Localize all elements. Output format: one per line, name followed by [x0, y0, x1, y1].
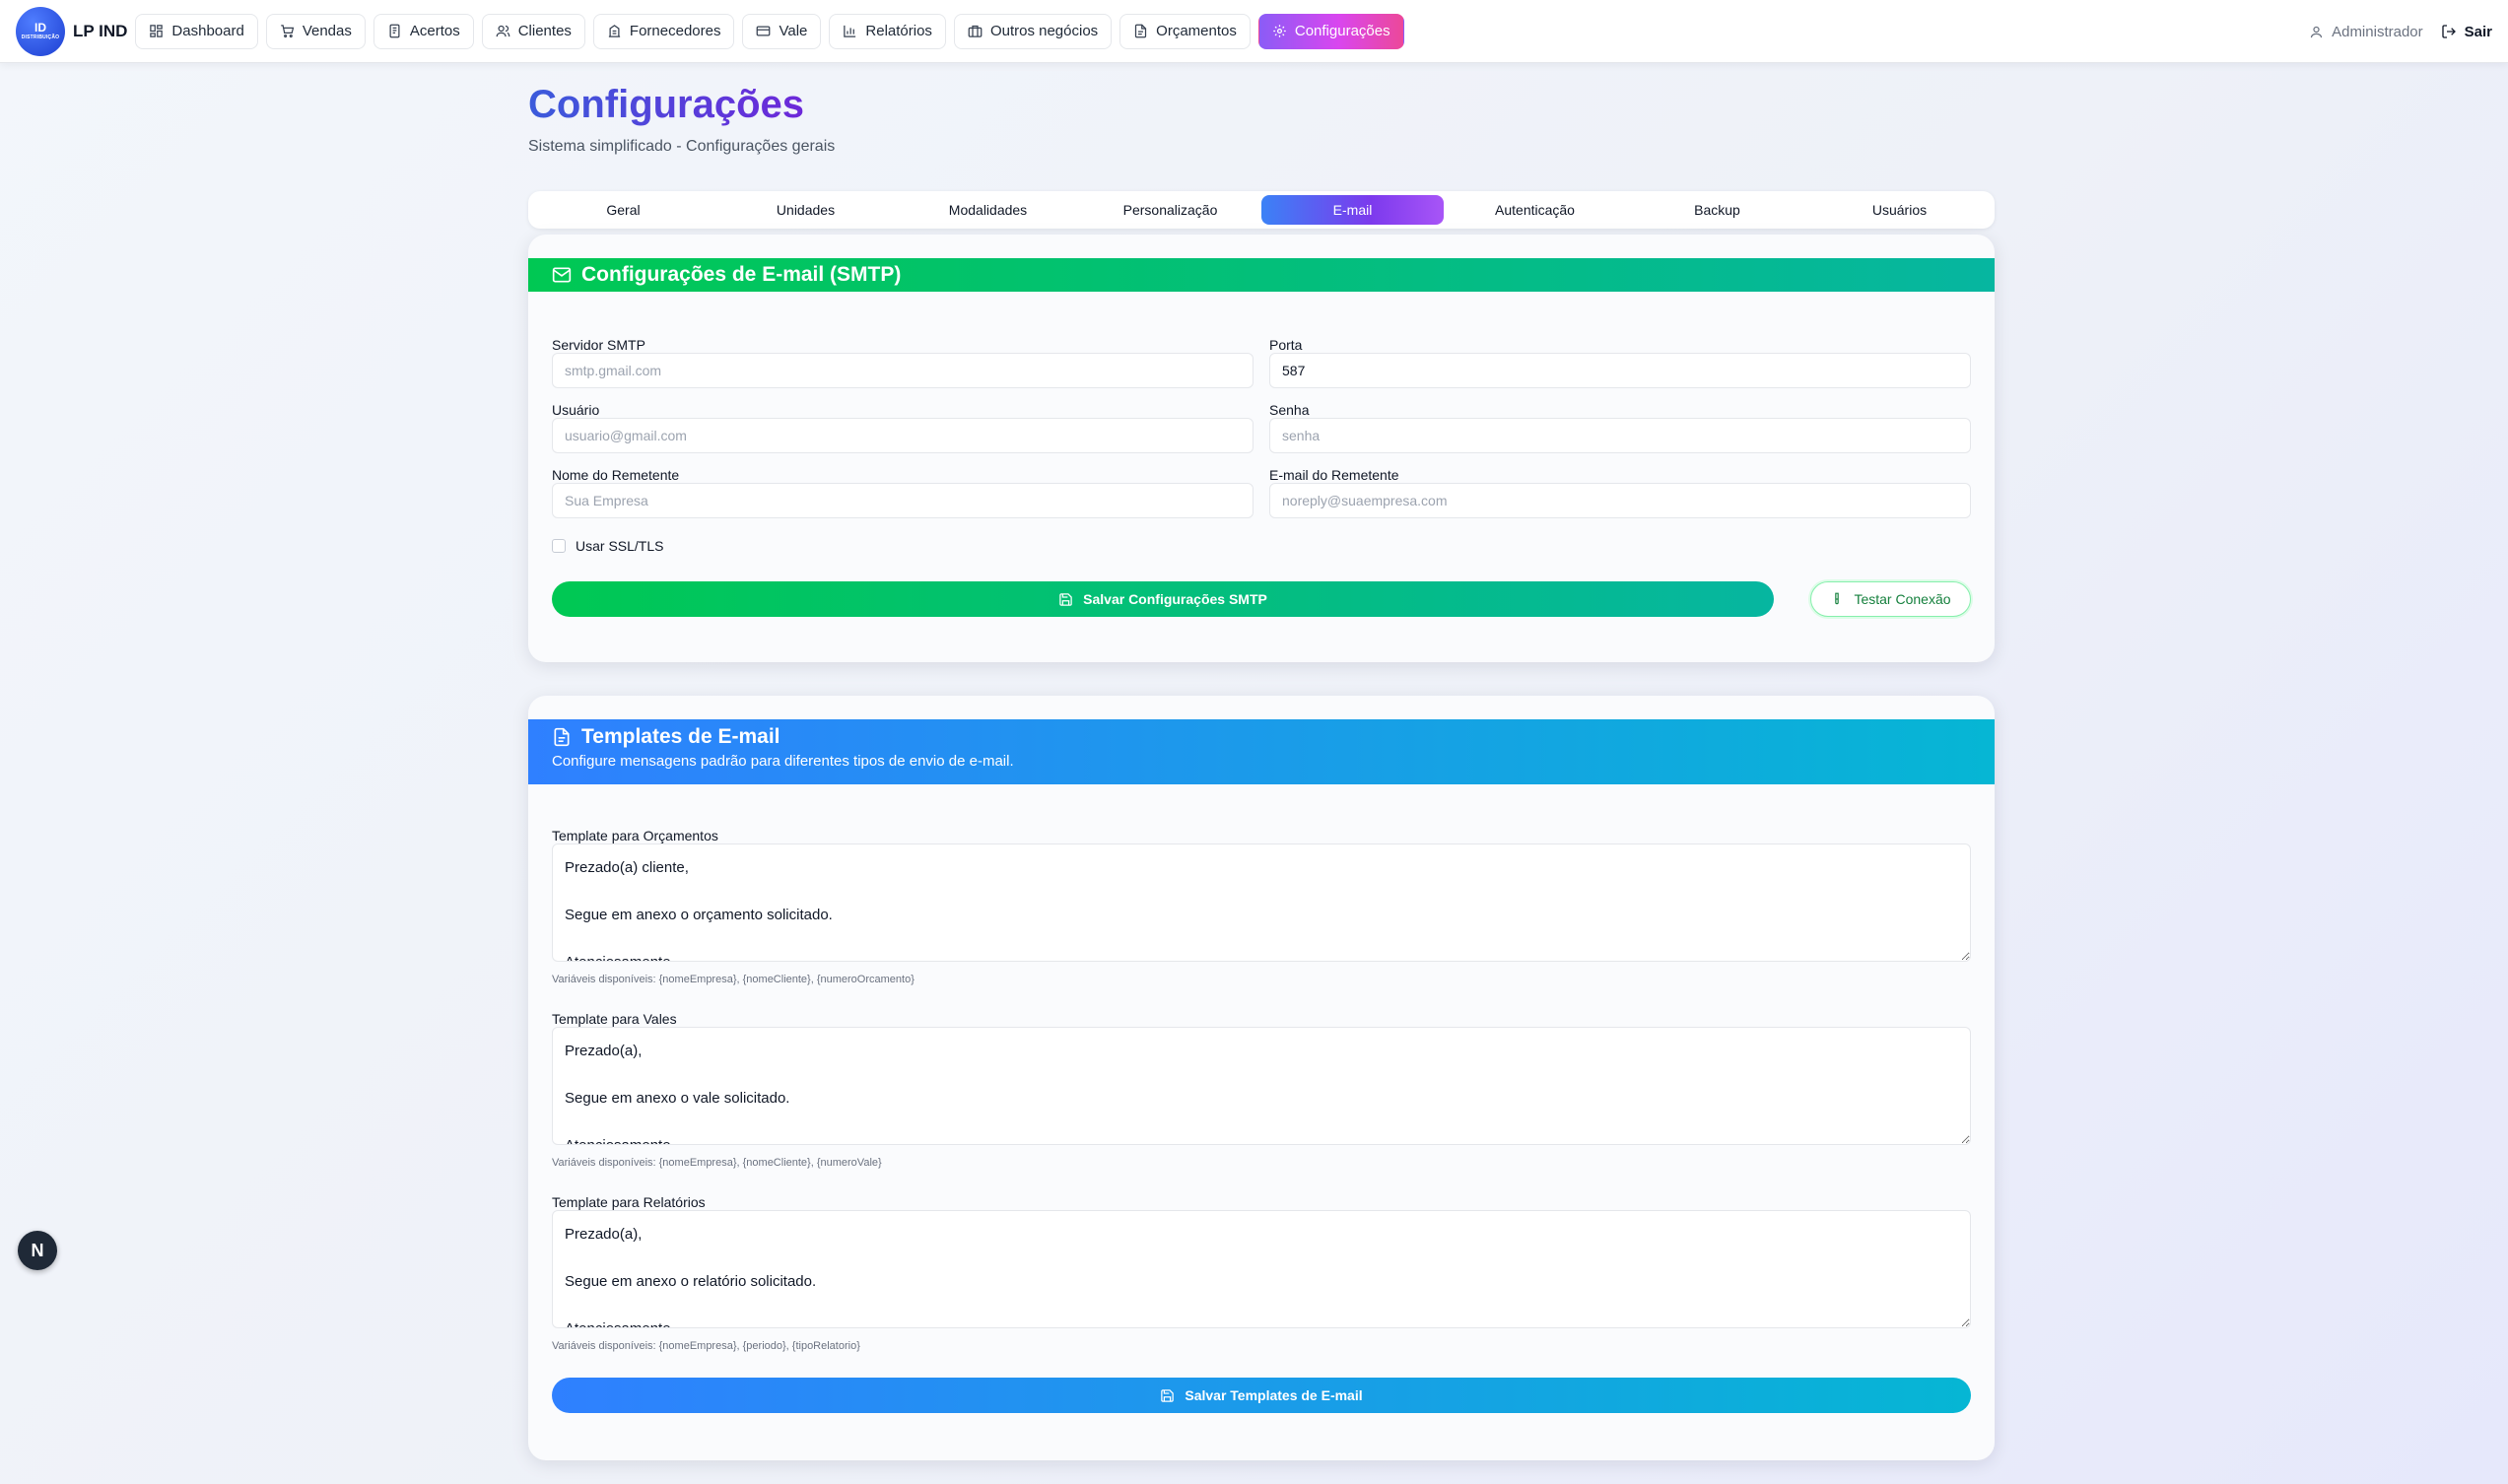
smtp-port-input[interactable]: [1269, 353, 1971, 388]
report-template-hint: Variáveis disponíveis: {nomeEmpresa}, {p…: [552, 1340, 860, 1352]
ssl-option: Usar SSL/TLS: [552, 538, 663, 554]
tab-geral[interactable]: Geral: [532, 195, 714, 225]
brand-name: LP IND: [73, 21, 128, 40]
smtp-server-label: Servidor SMTP: [552, 337, 645, 353]
sender-name-label: Nome do Remetente: [552, 467, 680, 483]
tab-modalidades[interactable]: Modalidades: [897, 195, 1079, 225]
user-indicator: Administrador: [2309, 24, 2423, 40]
tab-backup[interactable]: Backup: [1626, 195, 1808, 225]
grid-icon: [150, 25, 164, 37]
nav-label: Relatórios: [865, 23, 932, 39]
smtp-user-label: Usuário: [552, 402, 600, 418]
user-name: Administrador: [2332, 23, 2423, 40]
nav-label: Outros negócios: [989, 23, 1099, 39]
test-connection-label: Testar Conexão: [1854, 591, 1951, 607]
logout-button[interactable]: Sair: [2441, 24, 2492, 40]
nav-label: Vale: [779, 23, 808, 39]
tab-email[interactable]: E-mail: [1261, 195, 1444, 225]
mail-icon: [552, 267, 572, 283]
save-templates-label: Salvar Templates de E-mail: [1185, 1387, 1363, 1403]
smtp-card-title: Configurações de E-mail (SMTP): [581, 263, 902, 286]
sender-name-input[interactable]: [552, 483, 1254, 518]
test-tube-icon: [1835, 592, 1840, 605]
logout-icon: [2441, 25, 2456, 38]
quote-template-label: Template para Orçamentos: [552, 828, 718, 843]
briefcase-icon: [968, 25, 983, 37]
nav-acertos[interactable]: Acertos: [373, 13, 474, 49]
dev-tools-badge[interactable]: N: [18, 1231, 57, 1270]
page-title: Configurações: [528, 83, 805, 126]
smtp-user-input[interactable]: [552, 418, 1254, 453]
gear-icon: [1273, 25, 1286, 37]
nav-clientes[interactable]: Clientes: [481, 13, 585, 49]
nav-label: Vendas: [302, 23, 352, 39]
sender-email-label: E-mail do Remetente: [1269, 467, 1399, 483]
nav-outros-negocios[interactable]: Outros negócios: [953, 13, 1113, 49]
save-smtp-button[interactable]: Salvar Configurações SMTP: [552, 581, 1774, 617]
user-icon: [2310, 26, 2323, 37]
page-subtitle: Sistema simplificado - Configurações ger…: [528, 138, 836, 155]
nav-label: Fornecedores: [629, 23, 721, 39]
nav-dashboard[interactable]: Dashboard: [135, 13, 258, 49]
nav-items: Dashboard Vendas Acertos Clientes Fornec…: [135, 13, 1404, 49]
templates-title-row: Templates de E-mail: [552, 719, 1995, 749]
nav-vale[interactable]: Vale: [742, 13, 822, 49]
nav-label: Orçamentos: [1156, 23, 1237, 39]
users-icon: [496, 25, 510, 37]
smtp-card: Configurações de E-mail (SMTP) Servidor …: [528, 235, 1995, 662]
bar-chart-icon: [844, 25, 856, 37]
tab-usuarios[interactable]: Usuários: [1808, 195, 1991, 225]
save-icon: [1161, 1388, 1175, 1402]
voucher-template-hint: Variáveis disponíveis: {nomeEmpresa}, {n…: [552, 1157, 882, 1169]
nav-label: Dashboard: [171, 23, 244, 39]
building-icon: [608, 25, 621, 37]
logout-label: Sair: [2464, 23, 2492, 40]
file-text-icon: [554, 727, 570, 747]
smtp-password-input[interactable]: [1269, 418, 1971, 453]
ssl-label: Usar SSL/TLS: [576, 538, 664, 554]
quote-template-textarea[interactable]: Prezado(a) cliente, Segue em anexo o orç…: [552, 843, 1971, 962]
nav-label: Acertos: [409, 23, 460, 39]
document-icon: [389, 24, 400, 38]
logo-line1: ID: [34, 21, 46, 34]
cart-icon: [281, 25, 295, 38]
smtp-card-header: Configurações de E-mail (SMTP): [528, 258, 1995, 292]
voucher-template-label: Template para Vales: [552, 1011, 677, 1027]
tab-autenticacao[interactable]: Autenticação: [1444, 195, 1626, 225]
tab-personalizacao[interactable]: Personalização: [1079, 195, 1261, 225]
nav-configuracoes[interactable]: Configurações: [1257, 13, 1404, 49]
save-icon: [1059, 592, 1072, 606]
save-templates-button[interactable]: Salvar Templates de E-mail: [552, 1378, 1971, 1413]
report-template-textarea[interactable]: Prezado(a), Segue em anexo o relatório s…: [552, 1210, 1971, 1328]
voucher-template-textarea[interactable]: Prezado(a), Segue em anexo o vale solici…: [552, 1027, 1971, 1145]
settings-tabs: Geral Unidades Modalidades Personalizaçã…: [528, 191, 1995, 229]
test-connection-button[interactable]: Testar Conexão: [1810, 581, 1971, 617]
nav-relatorios[interactable]: Relatórios: [829, 13, 946, 49]
nav-label: Configurações: [1294, 23, 1390, 39]
nav-right: Administrador Sair: [2309, 0, 2492, 63]
card-icon: [757, 26, 771, 36]
templates-card-header: Templates de E-mail Configure mensagens …: [528, 719, 1995, 784]
tab-unidades[interactable]: Unidades: [714, 195, 897, 225]
save-smtp-label: Salvar Configurações SMTP: [1083, 591, 1267, 607]
logo: ID DISTRIBUIÇÃO: [16, 6, 65, 56]
file-text-icon: [1135, 24, 1147, 38]
sender-email-input[interactable]: [1269, 483, 1971, 518]
logo-line2: DISTRIBUIÇÃO: [21, 34, 60, 40]
templates-card: Templates de E-mail Configure mensagens …: [528, 696, 1995, 1460]
nav-vendas[interactable]: Vendas: [265, 13, 366, 49]
smtp-password-label: Senha: [1269, 402, 1310, 418]
smtp-port-label: Porta: [1269, 337, 1303, 353]
templates-card-description: Configure mensagens padrão para diferent…: [552, 753, 1014, 770]
top-navbar: ID DISTRIBUIÇÃO LP IND Dashboard Vendas …: [0, 0, 2508, 63]
report-template-label: Template para Relatórios: [552, 1194, 706, 1210]
ssl-checkbox[interactable]: [552, 539, 566, 553]
quote-template-hint: Variáveis disponíveis: {nomeEmpresa}, {n…: [552, 974, 915, 985]
nav-label: Clientes: [517, 23, 572, 39]
nav-orcamentos[interactable]: Orçamentos: [1119, 13, 1251, 49]
templates-card-title: Templates de E-mail: [581, 725, 780, 748]
nav-fornecedores[interactable]: Fornecedores: [592, 13, 735, 49]
smtp-server-input[interactable]: [552, 353, 1254, 388]
